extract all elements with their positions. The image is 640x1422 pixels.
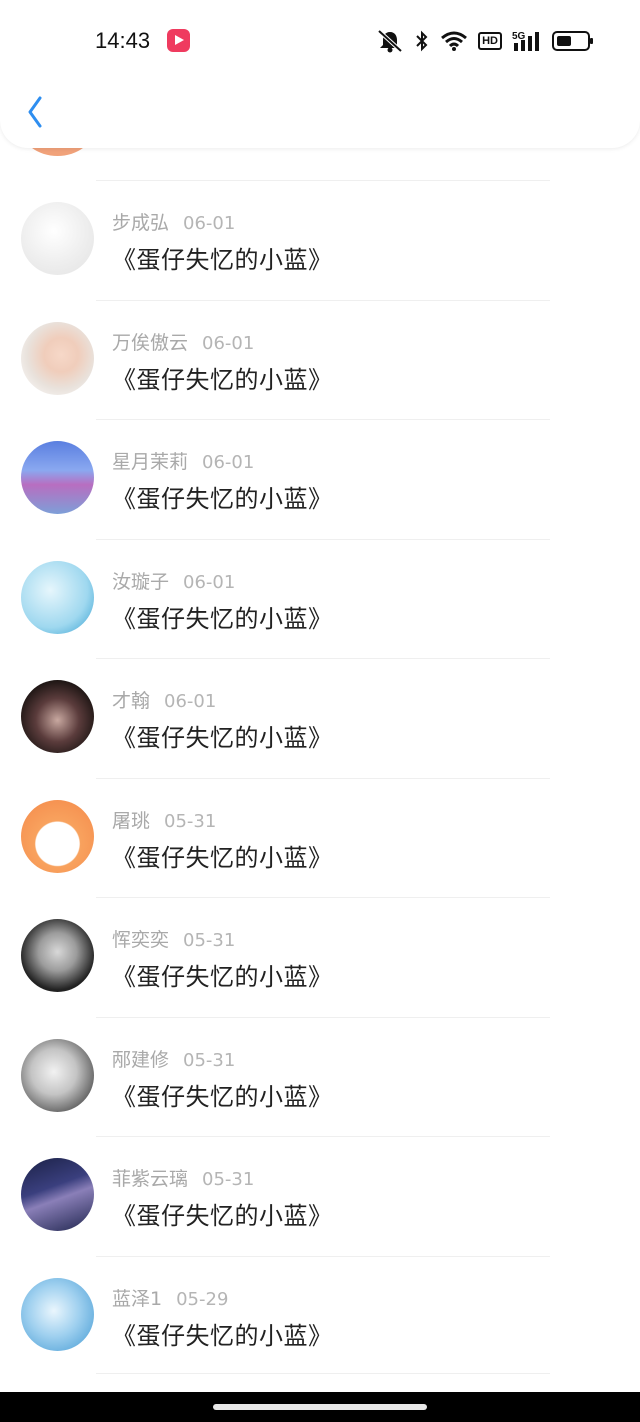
row-separator	[96, 1136, 550, 1137]
comment-row[interactable]: 屠珧 05-31 《蛋仔失忆的小蓝》	[0, 777, 640, 897]
user-name[interactable]: 步成弘	[112, 212, 169, 234]
comment-row[interactable]: 邴建修 05-31 《蛋仔失忆的小蓝》	[0, 1016, 640, 1136]
status-time: 14:43	[95, 28, 151, 53]
comment-date: 05-31	[164, 810, 217, 832]
avatar[interactable]	[21, 441, 94, 514]
avatar[interactable]	[21, 1158, 94, 1231]
user-name[interactable]: 星月茉莉	[112, 451, 188, 473]
comment-text: 《蛋仔失忆的小蓝》	[112, 724, 333, 752]
comment-meta: 步成弘 06-01	[112, 208, 235, 235]
avatar[interactable]	[21, 202, 94, 275]
hd-badge: HD	[478, 32, 502, 50]
comment-date: 06-01	[183, 213, 236, 234]
status-icons: HD 5G	[376, 28, 593, 54]
avatar[interactable]	[21, 680, 94, 753]
user-name[interactable]: 恽奕奕	[112, 929, 169, 951]
avatar[interactable]	[21, 1277, 94, 1351]
comment-row[interactable]: 星月茉莉 06-01 《蛋仔失忆的小蓝》	[0, 419, 640, 538]
comment-meta: 菲紫云璃 05-31	[112, 1164, 254, 1191]
comment-text: 《蛋仔失忆的小蓝》	[112, 1082, 333, 1111]
comment-text: 《蛋仔失忆的小蓝》	[112, 365, 333, 394]
user-name[interactable]: 蓝泽1	[112, 1288, 162, 1310]
top-header: 14:43 HD 5G	[0, 0, 640, 148]
row-separator	[96, 1255, 550, 1257]
row-separator	[96, 897, 550, 898]
battery-icon	[552, 31, 593, 51]
comment-row[interactable]: 菲紫云璃 05-31 《蛋仔失忆的小蓝》	[0, 1136, 640, 1255]
video-app-icon	[167, 29, 190, 52]
comment-row[interactable]: 步成弘 06-01 《蛋仔失忆的小蓝》	[0, 180, 640, 299]
mute-bell-icon	[377, 29, 403, 53]
row-separator	[96, 299, 550, 301]
signal-5g-icon: 5G	[512, 31, 539, 51]
comment-text: 《蛋仔失忆的小蓝》	[112, 485, 333, 513]
comment-text: 《蛋仔失忆的小蓝》	[112, 1321, 333, 1350]
wifi-icon	[441, 31, 468, 51]
comment-meta: 恽奕奕 05-31	[112, 925, 235, 952]
comment-row[interactable]: 才翰 06-01 《蛋仔失忆的小蓝》	[0, 658, 640, 777]
comment-row[interactable]: 汝璇子 06-01 《蛋仔失忆的小蓝》	[0, 538, 640, 658]
user-name[interactable]: 邴建修	[112, 1049, 169, 1071]
user-name[interactable]: 菲紫云璃	[112, 1168, 188, 1190]
chevron-left-icon[interactable]	[20, 92, 60, 132]
comment-date: 05-31	[183, 930, 236, 951]
user-name[interactable]: 万俟傲云	[112, 332, 188, 354]
home-indicator[interactable]	[213, 1404, 427, 1410]
comment-date: 05-31	[202, 1169, 255, 1190]
user-name[interactable]: 才翰	[112, 690, 150, 712]
comment-meta: 屠珧 05-31	[112, 806, 216, 833]
row-separator	[96, 777, 550, 779]
avatar[interactable]	[21, 1038, 94, 1112]
comment-text: 《蛋仔失忆的小蓝》	[112, 843, 333, 872]
comment-date: 06-01	[202, 332, 255, 354]
avatar[interactable]	[21, 560, 94, 634]
comment-text: 《蛋仔失忆的小蓝》	[112, 963, 333, 991]
row-separator	[96, 419, 550, 420]
row-separator	[96, 658, 550, 659]
comment-row[interactable]: 蓝泽1 05-29 《蛋仔失忆的小蓝》	[0, 1255, 640, 1375]
avatar[interactable]	[21, 799, 94, 873]
comment-meta: 才翰 06-01	[112, 686, 216, 713]
row-separator	[96, 538, 550, 540]
comment-date: 06-01	[202, 452, 255, 473]
comment-date: 06-01	[164, 691, 217, 712]
avatar[interactable]	[21, 321, 94, 395]
comment-row[interactable]: 恽奕奕 05-31 《蛋仔失忆的小蓝》	[0, 897, 640, 1016]
comment-text: 《蛋仔失忆的小蓝》	[112, 604, 333, 633]
comment-text: 《蛋仔失忆的小蓝》	[112, 1202, 333, 1230]
avatar[interactable]	[21, 919, 94, 992]
comment-meta: 汝璇子 06-01	[112, 567, 235, 594]
comment-row[interactable]: 万俟傲云 06-01 《蛋仔失忆的小蓝》	[0, 299, 640, 419]
comment-meta: 星月茉莉 06-01	[112, 447, 254, 474]
user-name[interactable]: 屠珧	[112, 810, 150, 832]
row-separator	[96, 180, 550, 181]
battery-fill	[557, 36, 571, 46]
comment-date: 05-29	[176, 1288, 229, 1310]
comment-date: 05-31	[183, 1049, 236, 1071]
comment-text: 《蛋仔失忆的小蓝》	[112, 246, 333, 274]
comment-meta: 蓝泽1 05-29	[112, 1284, 228, 1311]
system-nav-bar	[0, 1392, 640, 1422]
bottom-separator	[96, 1373, 550, 1374]
comment-date: 06-01	[183, 571, 236, 593]
bluetooth-icon	[416, 30, 428, 52]
row-separator	[96, 1016, 550, 1018]
user-name[interactable]: 汝璇子	[112, 571, 169, 593]
comment-meta: 邴建修 05-31	[112, 1045, 235, 1072]
comment-meta: 万俟傲云 06-01	[112, 328, 254, 355]
